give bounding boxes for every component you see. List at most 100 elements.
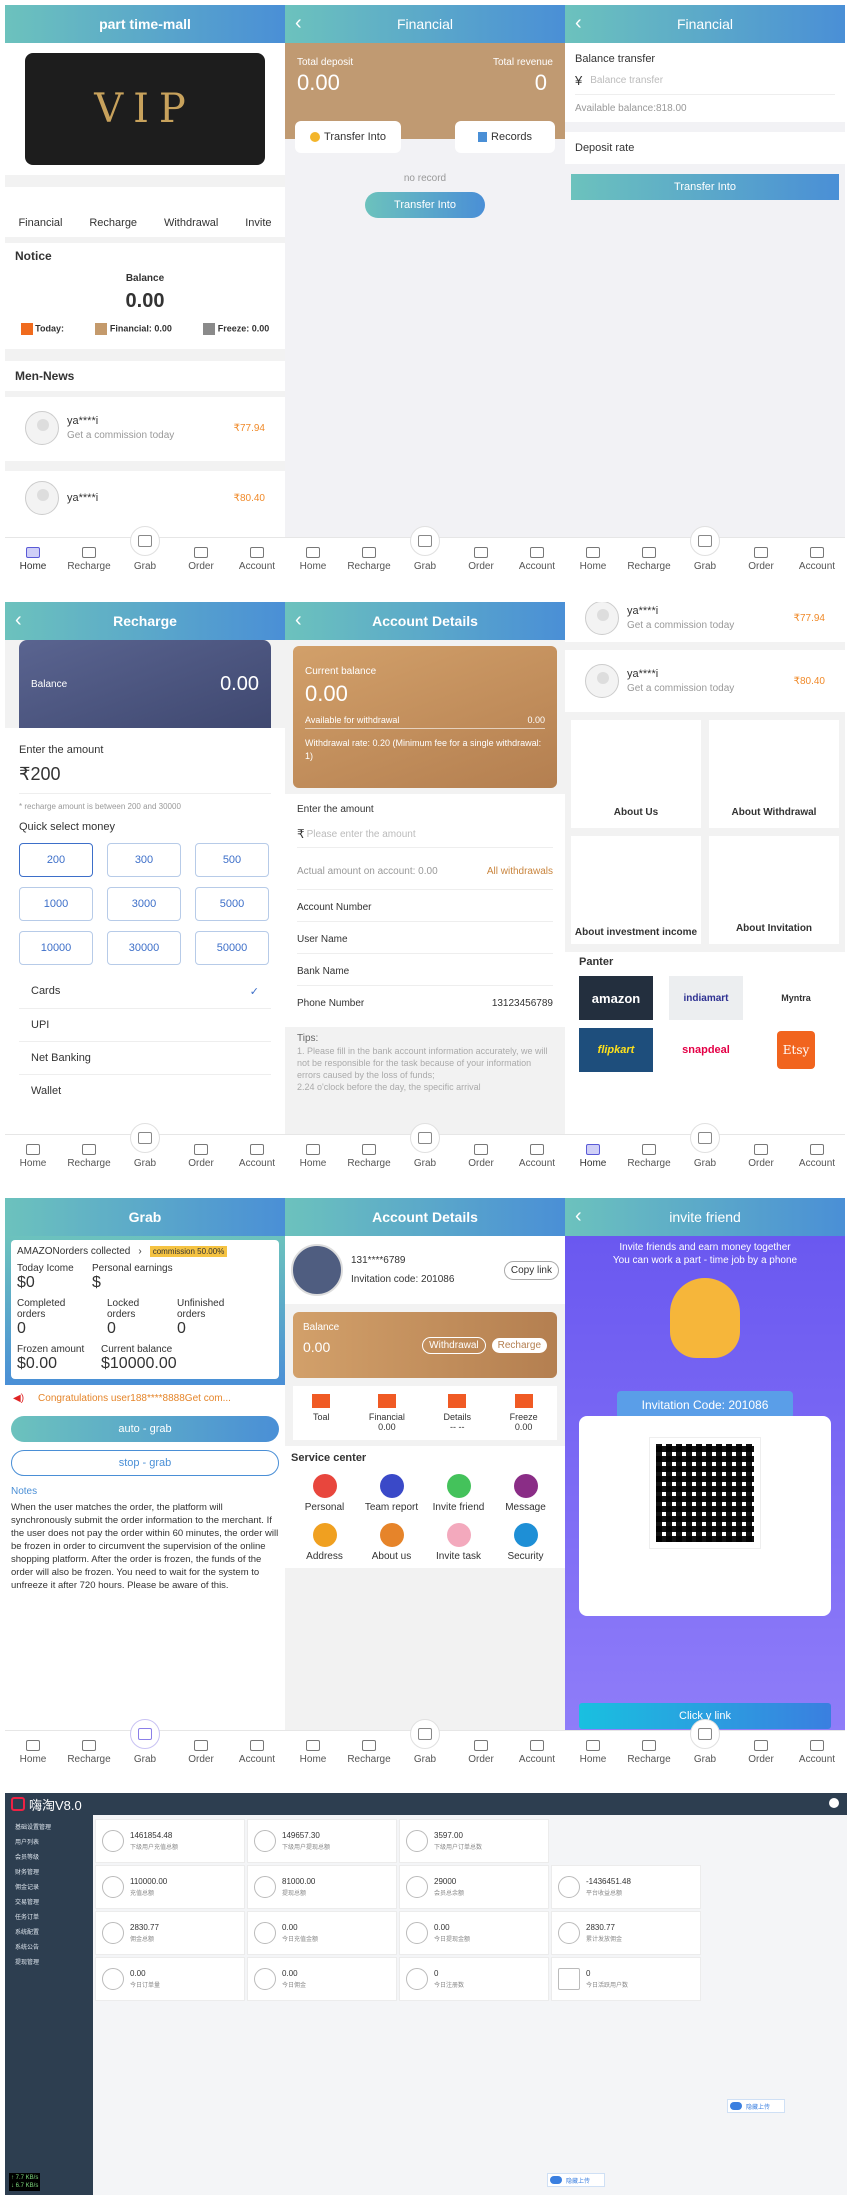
logo-etsy[interactable]: Etsy xyxy=(759,1028,833,1072)
bank-name-field[interactable]: Bank Name xyxy=(297,954,553,986)
tab-home[interactable]: Home xyxy=(565,1135,621,1172)
transfer-into-button[interactable]: Transfer Into xyxy=(295,121,401,153)
sidebar-item[interactable]: 任务订单 xyxy=(5,1909,93,1924)
logo-flipkart[interactable]: flipkart xyxy=(579,1028,653,1072)
tile-about-withdrawal[interactable]: About Withdrawal xyxy=(709,720,839,828)
tab-recharge[interactable]: Recharge xyxy=(341,1135,397,1172)
service-invite-friend[interactable]: Invite friend xyxy=(429,1474,489,1513)
tab-home[interactable]: Home xyxy=(5,538,61,575)
user-name-field[interactable]: User Name xyxy=(297,922,553,954)
service-personal[interactable]: Personal xyxy=(295,1474,355,1513)
tab-recharge[interactable]: Recharge xyxy=(341,538,397,575)
phone-number-field[interactable]: Phone Number 13123456789 xyxy=(297,986,553,1017)
sidebar-item[interactable]: 用户列表 xyxy=(5,1834,93,1849)
stat-details[interactable]: Details -- -- xyxy=(444,1394,471,1432)
sidebar-item[interactable]: 基础设置管理 xyxy=(5,1819,93,1834)
tab-account[interactable]: Account xyxy=(789,1135,845,1172)
account-number-field[interactable]: Account Number xyxy=(297,890,553,922)
back-icon[interactable]: ‹ xyxy=(15,609,22,632)
back-icon[interactable]: ‹ xyxy=(295,609,302,632)
stat-freeze[interactable]: Freeze 0.00 xyxy=(510,1394,538,1432)
tab-grab[interactable]: Grab xyxy=(117,1123,173,1172)
nav-recharge[interactable]: Recharge xyxy=(89,217,137,229)
vip-banner[interactable]: VIP xyxy=(25,53,265,165)
tab-grab[interactable]: Grab xyxy=(397,1719,453,1768)
tab-home[interactable]: Home xyxy=(565,538,621,575)
payment-method-upi[interactable]: UPI xyxy=(19,1009,271,1042)
all-withdrawals-link[interactable]: All withdrawals xyxy=(487,866,553,877)
sidebar-item[interactable]: 系统配置 xyxy=(5,1924,93,1939)
withdrawal-button[interactable]: Withdrawal xyxy=(422,1336,486,1354)
tab-grab[interactable]: Grab xyxy=(117,1719,173,1768)
amount-option[interactable]: 50000 xyxy=(195,931,269,965)
payment-method-wallet[interactable]: Wallet xyxy=(19,1075,271,1107)
transfer-amount-input[interactable]: Balance transfer xyxy=(590,75,663,86)
service-message[interactable]: Message xyxy=(496,1474,556,1513)
recharge-button[interactable]: Recharge xyxy=(491,1337,547,1353)
sidebar-item[interactable]: 系统公告 xyxy=(5,1939,93,1954)
tab-order[interactable]: Order xyxy=(733,1135,789,1172)
tab-recharge[interactable]: Recharge xyxy=(341,1731,397,1768)
tab-recharge[interactable]: Recharge xyxy=(61,1135,117,1172)
tab-home[interactable]: Home xyxy=(285,538,341,575)
tab-account[interactable]: Account xyxy=(509,538,565,575)
copy-link-button[interactable]: Copy link xyxy=(503,1260,559,1280)
back-icon[interactable]: ‹ xyxy=(295,12,302,35)
tab-account[interactable]: Account xyxy=(229,538,285,575)
back-icon[interactable]: ‹ xyxy=(575,1205,582,1228)
sidebar-item[interactable]: 佣金记录 xyxy=(5,1879,93,1894)
tab-order[interactable]: Order xyxy=(173,1135,229,1172)
tab-grab[interactable]: Grab xyxy=(397,1123,453,1172)
service-address[interactable]: Address xyxy=(295,1523,355,1562)
tab-account[interactable]: Account xyxy=(789,538,845,575)
tab-order[interactable]: Order xyxy=(173,1731,229,1768)
upload-widget[interactable]: 隐藏上传 xyxy=(727,2099,785,2113)
amount-option[interactable]: 5000 xyxy=(195,887,269,921)
logo-amazon[interactable]: amazon xyxy=(579,976,653,1020)
upload-widget[interactable]: 隐藏上传 xyxy=(547,2173,605,2187)
tab-recharge[interactable]: Recharge xyxy=(621,538,677,575)
tab-order[interactable]: Order xyxy=(453,1135,509,1172)
nav-withdrawal[interactable]: Withdrawal xyxy=(164,217,218,229)
tab-order[interactable]: Order xyxy=(453,1731,509,1768)
tab-order[interactable]: Order xyxy=(173,538,229,575)
tab-account[interactable]: Account xyxy=(789,1731,845,1768)
amount-option[interactable]: 10000 xyxy=(19,931,93,965)
records-button[interactable]: Records xyxy=(455,121,555,153)
auto-grab-button[interactable]: auto - grab xyxy=(11,1416,279,1442)
tab-order[interactable]: Order xyxy=(453,538,509,575)
tab-grab[interactable]: Grab xyxy=(397,526,453,575)
tab-home[interactable]: Home xyxy=(285,1731,341,1768)
tile-about-us[interactable]: About Us xyxy=(571,720,701,828)
payment-method-netbanking[interactable]: Net Banking xyxy=(19,1042,271,1075)
amount-input[interactable]: ₹200 xyxy=(19,764,271,794)
stat-financial[interactable]: Financial 0.00 xyxy=(369,1394,405,1432)
amount-option[interactable]: 30000 xyxy=(107,931,181,965)
service-security[interactable]: Security xyxy=(496,1523,556,1562)
tab-grab[interactable]: Grab xyxy=(117,526,173,575)
user-icon[interactable] xyxy=(829,1798,839,1808)
sidebar-item[interactable]: 提现管理 xyxy=(5,1954,93,1969)
amount-option[interactable]: 500 xyxy=(195,843,269,877)
stop-grab-button[interactable]: stop - grab xyxy=(11,1450,279,1476)
tab-order[interactable]: Order xyxy=(733,538,789,575)
nav-invite[interactable]: Invite xyxy=(245,217,271,229)
logo-myntra[interactable]: Myntra xyxy=(759,976,833,1020)
withdraw-amount-input[interactable]: Please enter the amount xyxy=(307,829,416,840)
tab-grab[interactable]: Grab xyxy=(677,1719,733,1768)
service-team-report[interactable]: Team report xyxy=(362,1474,422,1513)
tab-order[interactable]: Order xyxy=(733,1731,789,1768)
tab-account[interactable]: Account xyxy=(229,1731,285,1768)
transfer-into-main-button[interactable]: Transfer Into xyxy=(365,192,485,218)
tab-account[interactable]: Account xyxy=(509,1731,565,1768)
stat-total[interactable]: Toal xyxy=(312,1394,331,1432)
amount-option[interactable]: 300 xyxy=(107,843,181,877)
tab-home[interactable]: Home xyxy=(5,1135,61,1172)
tab-recharge[interactable]: Recharge xyxy=(621,1731,677,1768)
tab-recharge[interactable]: Recharge xyxy=(61,538,117,575)
nav-financial[interactable]: Financial xyxy=(18,217,62,229)
tab-grab[interactable]: Grab xyxy=(677,526,733,575)
tile-about-investment[interactable]: About investment income xyxy=(571,836,701,944)
logo-snapdeal[interactable]: snapdeal xyxy=(669,1028,743,1072)
tab-account[interactable]: Account xyxy=(509,1135,565,1172)
